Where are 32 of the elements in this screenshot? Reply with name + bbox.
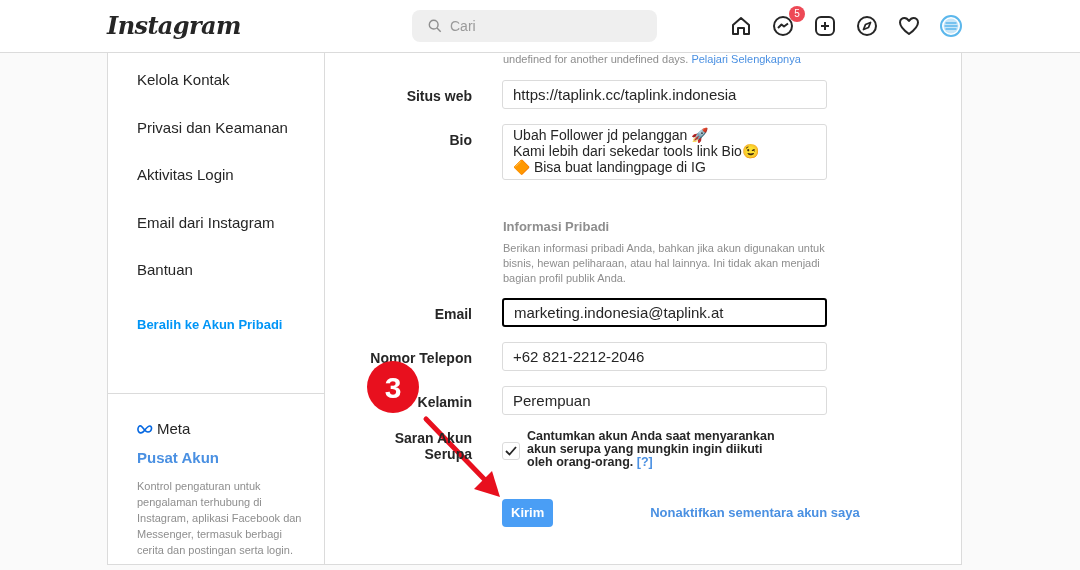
meta-brand: Meta [157,419,191,439]
text-field[interactable]: marketing.indonesia@taplink.at [502,297,827,327]
field-label: Bio [449,132,472,148]
sidebar-item[interactable]: Kelola Kontak [137,69,324,117]
search-icon [428,19,442,33]
text-field[interactable]: Perempuan [502,385,827,415]
info-note: undefined for another undefined days. Pelajari Selengkapnya [502,52,802,66]
home-icon[interactable] [729,14,753,38]
instagram-logo[interactable]: Instagram [107,8,412,44]
field-label: Kelamin [417,393,472,410]
bio-textarea[interactable]: Ubah Follower jd pelanggan 🚀 Kami lebih dari sekedar tools link Bio😉 🔶 Bisa buat landingpage di IG [502,124,827,180]
heart-icon[interactable] [897,14,921,38]
field-label: Email [434,305,472,322]
section-title: Informasi Pribadi [503,218,611,236]
notification-badge: 5 [789,6,805,22]
plus-square-icon[interactable] [813,14,837,38]
sidebar-item[interactable]: Aktivitas Login [137,164,324,212]
meta-logo-icon [137,424,154,435]
accounts-center-description: Kontrol pengaturan untuk pengalaman terhubung di Instagram, aplikasi Facebook dan Messenger, termasuk berbagi cerita dan postingan serta login. [137,479,303,558]
search-field[interactable]: Cari [450,15,630,37]
sidebar-item[interactable]: Bantuan [137,259,324,307]
checkbox[interactable] [502,441,520,460]
field-label: Situs web [406,88,472,104]
chat-bubble-icon[interactable] [771,14,795,38]
checkbox-label: Cantumkan akun Anda saat menyarankan akun serupa yang mungkin ingin diikuti oleh orang-orang. [?] [527,429,776,469]
compass-icon[interactable] [855,14,879,38]
text-field[interactable]: +62 821-2212-2046 [502,341,827,371]
sidebar-item[interactable]: Privasi dan Keamanan [137,116,324,164]
text-field[interactable]: https://taplink.cc/taplink.indonesia [502,80,827,109]
section-description: Berikan informasi pribadi Anda, bahkan jika akun digunakan untuk bisnis, hewan peliharaan, atau hal lainnya. Ini tidak akan menjadi bagian profil publik Anda. [503,240,826,286]
search-bar[interactable]: Cari [412,10,657,42]
sidebar-item[interactable]: Email dari Instagram [137,211,324,259]
